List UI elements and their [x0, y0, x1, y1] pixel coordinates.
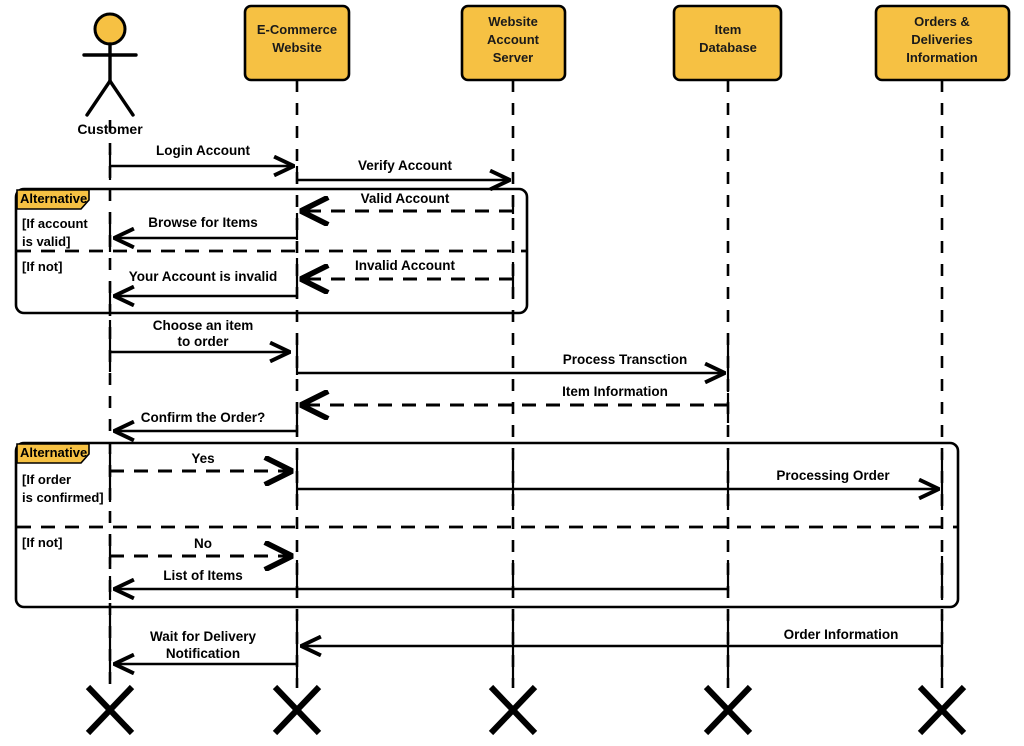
lifelines-group	[108, 80, 944, 688]
termination-x-item-database	[703, 684, 753, 736]
message-label-wait-delivery-line1: Wait for Delivery	[150, 629, 257, 644]
message-label-account-invalid-notice: Your Account is invalid	[129, 269, 278, 284]
message-login-account: Login Account	[108, 143, 293, 180]
message-yes: Yes	[108, 451, 291, 502]
participant-label-account-server-line1: Website	[488, 14, 538, 29]
message-account-invalid-notice: Your Account is invalid	[108, 258, 299, 310]
participant-label-account-server-line3: Server	[493, 50, 533, 65]
participant-website: E-Commerce Website	[243, 4, 351, 82]
participant-label-orders-line2: Deliveries	[911, 32, 972, 47]
message-label-order-information: Order Information	[784, 627, 899, 642]
fragment-tag-label-alt-order: Alternative	[20, 445, 87, 460]
message-label-item-information: Item Information	[562, 384, 668, 399]
participant-label-website-line1: E-Commerce	[257, 22, 337, 37]
message-no: No	[108, 536, 291, 564]
message-invalid-account: Invalid Account	[302, 258, 515, 298]
message-label-process-transaction: Process Transction	[563, 352, 688, 367]
message-label-choose-item-line1: Choose an item	[153, 318, 254, 333]
message-label-browse-for-items: Browse for Items	[148, 215, 258, 230]
fragment-alt-order: Alternative [If order is confirmed] [If …	[14, 441, 960, 609]
message-order-information: Order Information	[302, 614, 944, 680]
participant-customer: Customer	[77, 12, 143, 137]
message-choose-item: Choose an item to order	[108, 318, 289, 372]
participant-orders: Orders & Deliveries Information	[874, 4, 1011, 82]
message-label-processing-order: Processing Order	[776, 468, 890, 483]
fragment-guard-alt-order-1-line2: is confirmed]	[22, 490, 104, 505]
message-label-valid-account: Valid Account	[361, 191, 450, 206]
message-verify-account: Verify Account	[295, 158, 509, 182]
message-label-list-of-items: List of Items	[163, 568, 243, 583]
message-label-no: No	[194, 536, 212, 551]
sequence-diagram-canvas: Customer E-Commerce Website Website Acco…	[0, 0, 1024, 746]
participant-label-account-server-line2: Account	[487, 32, 540, 47]
message-label-choose-item-line2: to order	[177, 334, 229, 349]
participant-label-orders-line3: Information	[906, 50, 978, 65]
fragment-tag-label-alt-account: Alternative	[20, 191, 87, 206]
participant-label-orders-line1: Orders &	[914, 14, 970, 29]
participant-label-website-line2: Website	[272, 40, 322, 55]
fragment-alt-account: Alternative [If account is valid] [If no…	[14, 187, 529, 315]
message-wait-delivery: Wait for Delivery Notification	[108, 614, 299, 680]
message-list-of-items: List of Items	[108, 556, 944, 600]
actor-head-icon	[93, 12, 127, 46]
fragment-guard-alt-order-1-line1: [If order	[22, 472, 71, 487]
message-label-invalid-account: Invalid Account	[355, 258, 456, 273]
fragment-guard-alt-account-1-line1: [If account	[22, 216, 88, 231]
message-label-yes: Yes	[191, 451, 214, 466]
participant-account-server: Website Account Server	[460, 4, 567, 82]
termination-x-customer	[85, 684, 135, 736]
message-valid-account: Valid Account	[302, 191, 515, 214]
participant-label-customer: Customer	[77, 121, 143, 137]
fragment-guard-alt-account-2-line1: [If not]	[22, 259, 62, 274]
message-processing-order: Processing Order	[295, 452, 944, 510]
participant-label-item-database-line2: Database	[699, 40, 757, 55]
termination-x-website	[272, 684, 322, 736]
actor-leg-right-icon	[108, 79, 135, 117]
termination-x-orders	[917, 684, 967, 736]
message-label-wait-delivery-line2: Notification	[166, 646, 240, 661]
participant-item-database: Item Database	[672, 4, 783, 82]
message-label-login-account: Login Account	[156, 143, 250, 158]
message-confirm-order: Confirm the Order?	[115, 403, 299, 433]
message-item-information: Item Information	[302, 384, 730, 423]
fragment-guard-alt-account-1-line2: is valid]	[22, 234, 70, 249]
message-label-verify-account: Verify Account	[358, 158, 453, 173]
termination-marks-group	[85, 684, 967, 736]
termination-x-account-server	[488, 684, 538, 736]
fragment-guard-alt-order-2-line1: [If not]	[22, 535, 62, 550]
message-browse-for-items: Browse for Items	[108, 213, 299, 252]
message-label-confirm-order: Confirm the Order?	[141, 410, 266, 425]
participant-label-item-database-line1: Item	[715, 22, 742, 37]
actor-leg-left-icon	[85, 79, 112, 117]
